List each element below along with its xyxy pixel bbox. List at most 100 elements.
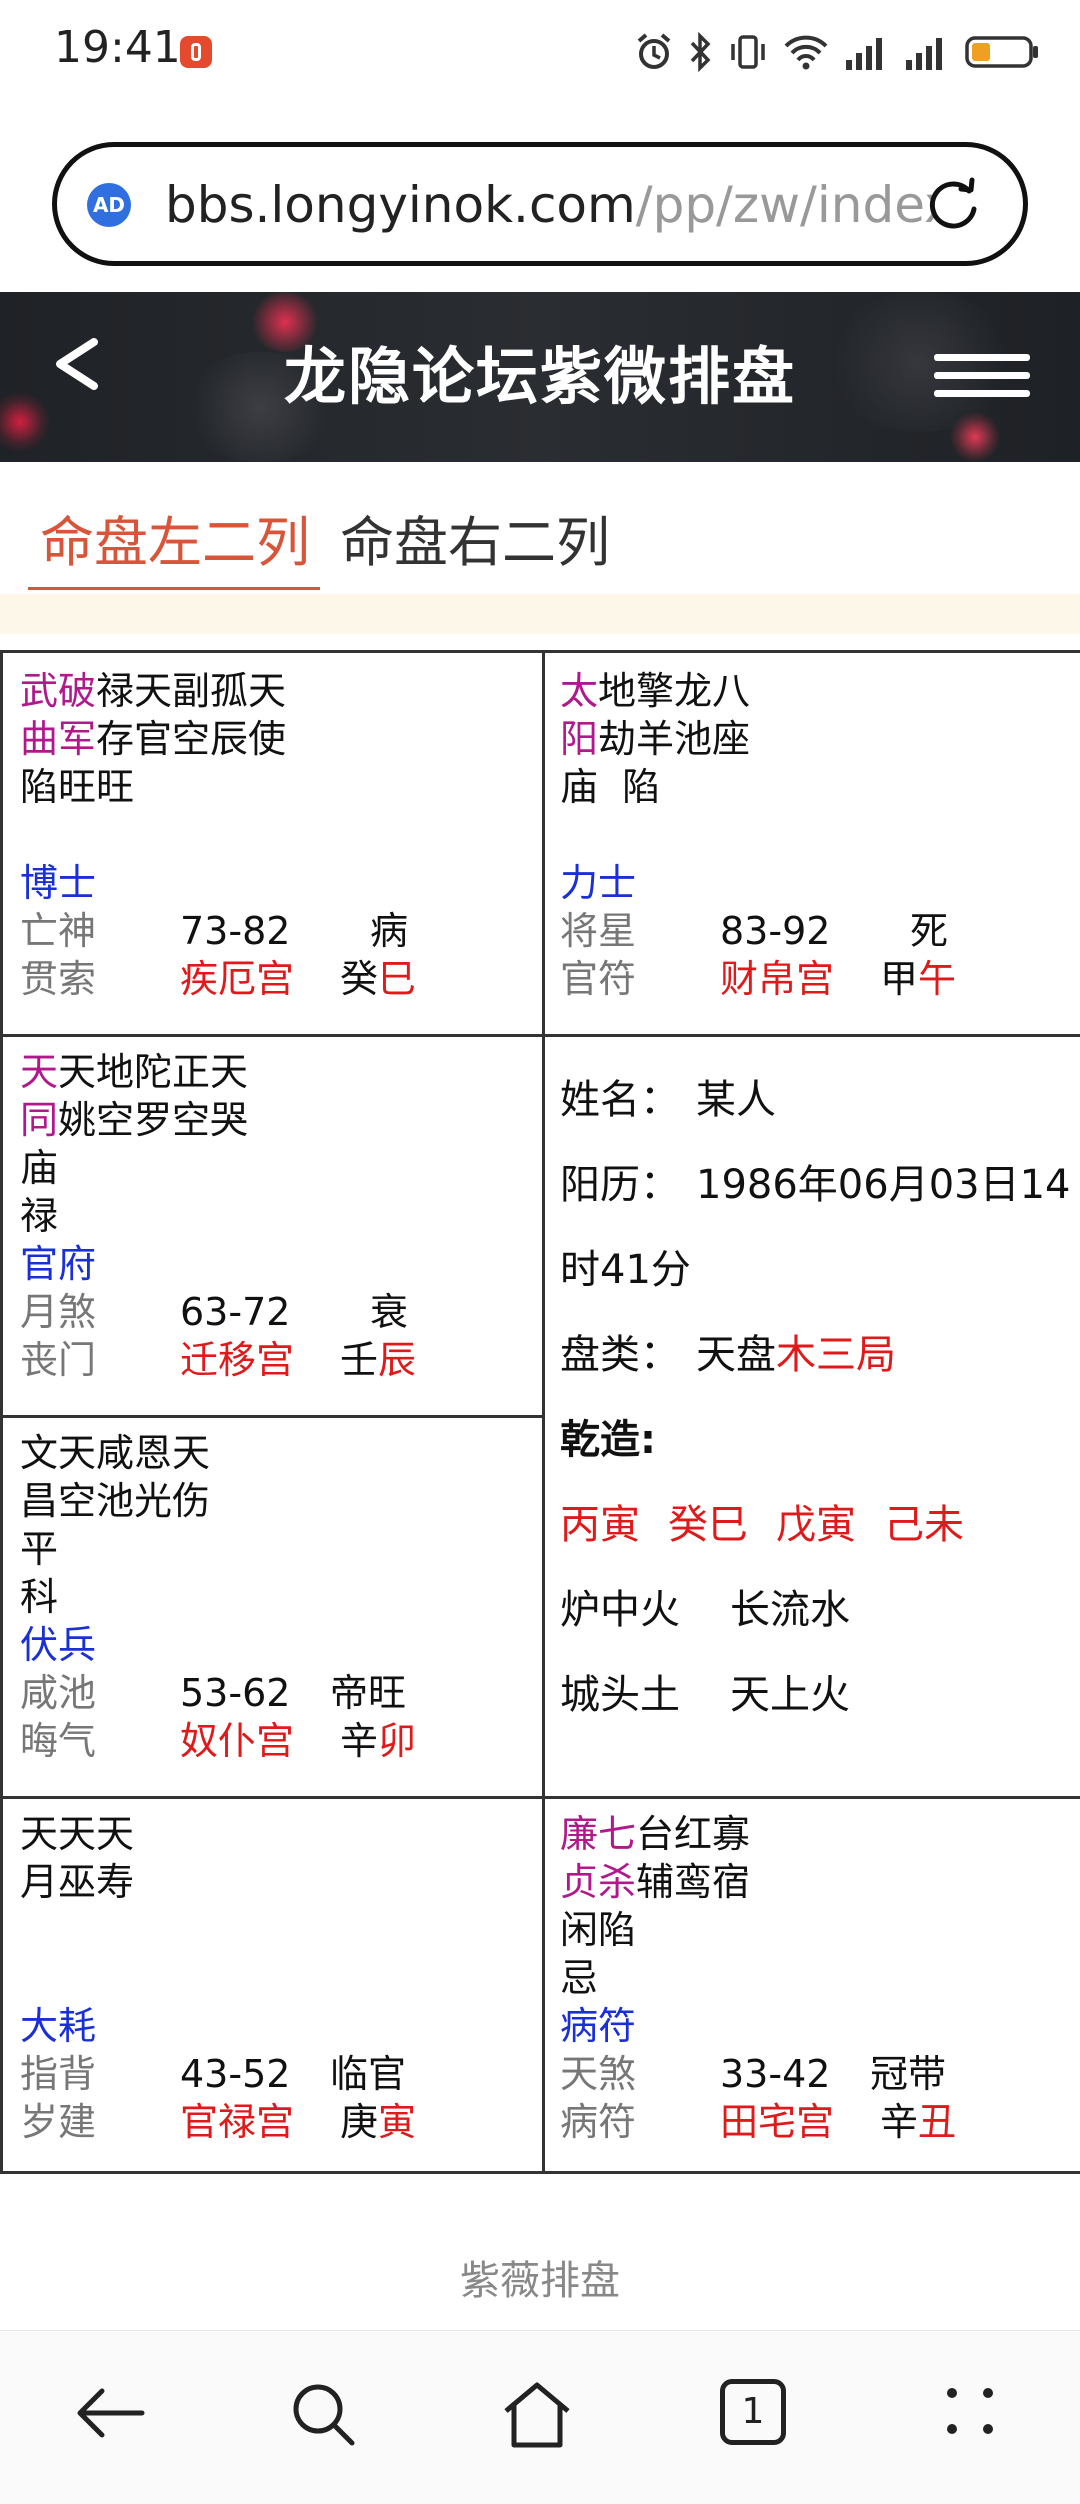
earthly-branch: 卯: [378, 1719, 417, 1763]
jiangqian-star: 官符: [560, 957, 637, 1001]
more-icon[interactable]: [940, 2379, 1000, 2445]
star-brightness: 陷旺旺: [20, 765, 135, 809]
palace-name: 迁移宫: [180, 1338, 295, 1382]
life-phase: 死: [910, 909, 949, 953]
notification-icon: [180, 36, 212, 68]
nayin-hour: 天上火: [730, 1672, 850, 1718]
solar-date-value: 1986年06月03日14: [696, 1162, 1071, 1208]
solar-label: 阳历：: [560, 1162, 680, 1208]
main-star: 太: [560, 669, 599, 713]
life-phase: 冠带: [870, 2052, 947, 2096]
star-brightness: 闲陷: [560, 1908, 637, 1952]
palace-name: 疾厄宫: [180, 957, 295, 1001]
earthly-branch: 寅: [378, 2100, 417, 2144]
palace-cell[interactable]: 天天地陀正天 同姚空罗空哭 庙 禄 官府 月煞 63-72 衰 丧门 迁移宫 壬…: [20, 1048, 530, 1408]
suiqian-star: 指背: [20, 2052, 97, 2096]
ziwei-chart-grid: 武破禄天副孤天 曲军存官空辰使 陷旺旺 博士 亡神 73-82 病 贯索 疾厄宫…: [0, 650, 1080, 2174]
life-phase: 病: [370, 909, 409, 953]
decade-range: 73-82: [180, 909, 291, 953]
decade-range: 43-52: [180, 2052, 291, 2096]
star-brightness: 庙 陷: [560, 765, 661, 809]
jiangqian-star: 丧门: [20, 1338, 97, 1382]
footer-label: 紫薇排盘: [460, 2258, 620, 2304]
grid-divider: [0, 1796, 542, 1799]
solar-time-value: 时41分: [560, 1247, 691, 1293]
suiqian-star: 月煞: [20, 1290, 97, 1334]
boshi-star: 伏兵: [20, 1623, 97, 1667]
gender-label: 乾造:: [560, 1417, 656, 1463]
menu-icon[interactable]: [934, 350, 1030, 402]
palace-cell[interactable]: 太地擎龙八 阳劫羊池座 庙 陷 力士 将星 83-92 死 官符 财帛宫 甲午: [560, 667, 1070, 1027]
status-icons: [634, 30, 1040, 74]
minor-stars: 天天天: [20, 1812, 135, 1856]
pillar-day: 戊寅: [776, 1502, 856, 1548]
reload-icon[interactable]: [925, 177, 983, 235]
star-brightness: 庙: [20, 1146, 59, 1190]
minor-stars: 禄天副孤天: [96, 669, 287, 713]
name-label: 姓名：: [560, 1077, 680, 1123]
jiangqian-star: 病符: [560, 2100, 637, 2144]
minor-stars: 存官空辰使: [96, 717, 287, 761]
minor-stars: 台红寡: [636, 1812, 751, 1856]
vibrate-icon: [731, 35, 765, 69]
nayin-month: 长流水: [730, 1587, 850, 1633]
address-bar[interactable]: AD bbs.longyinok.com/pp/zw/index: [52, 142, 1028, 266]
minor-stars: 地擎龙八: [598, 669, 751, 713]
tab-left-columns[interactable]: 命盘左二列: [40, 498, 310, 577]
boshi-star: 力士: [560, 861, 637, 905]
palace-name: 官禄宫: [180, 2100, 295, 2144]
main-star: 贞杀: [560, 1860, 637, 1904]
decade-range: 53-62: [180, 1671, 291, 1715]
minor-stars: 月巫寿: [20, 1860, 135, 1904]
url-path: /pp/zw/index: [635, 176, 935, 234]
signal-icon: [846, 38, 882, 70]
life-phase: 帝旺: [330, 1671, 407, 1715]
minor-stars: 辅鸾宿: [636, 1860, 751, 1904]
boshi-star: 官府: [20, 1242, 97, 1286]
main-star: 阳: [560, 717, 599, 761]
palace-cell[interactable]: 廉七台红寡 贞杀辅鸾宿 闲陷 忌 病符 天煞 33-42 冠带 病符 田宅宫 辛…: [560, 1810, 1070, 2170]
search-icon[interactable]: [288, 2379, 358, 2449]
main-star: 同: [20, 1098, 59, 1142]
palace-cell[interactable]: 天天天 月巫寿 大耗 指背 43-52 临官 岁建 官禄宫 庚寅: [20, 1810, 530, 2170]
palace-cell[interactable]: 文天咸恩天 昌空池光伤 平 科 伏兵 咸池 53-62 帝旺 晦气 奴仆宫 辛卯: [20, 1429, 530, 1789]
five-element-ju: 木三局: [776, 1332, 896, 1378]
back-arrow-icon[interactable]: [72, 2379, 148, 2447]
earthly-branch: 辰: [378, 1338, 417, 1382]
heavenly-stem: 庚: [340, 2100, 379, 2144]
chart-type-value: 天盘: [696, 1332, 776, 1378]
battery-icon: [965, 36, 1038, 68]
url-host: bbs.longyinok.com: [165, 176, 636, 234]
wifi-icon: [784, 35, 828, 70]
grid-divider: [0, 1034, 542, 1037]
minor-stars: 姚空罗空哭: [58, 1098, 249, 1142]
ad-badge-icon[interactable]: AD: [87, 183, 131, 227]
grid-border: [0, 653, 3, 2171]
earthly-branch: 午: [918, 957, 957, 1001]
status-bar: 19:41: [0, 0, 1080, 110]
nayin-day: 城头土: [560, 1672, 680, 1718]
jiangqian-star: 岁建: [20, 2100, 97, 2144]
tabs-icon[interactable]: 1: [720, 2379, 786, 2445]
main-star: 廉七: [560, 1812, 637, 1856]
palace-name: 财帛宫: [720, 957, 835, 1001]
tab-right-columns[interactable]: 命盘右二列: [340, 498, 610, 577]
browser-bottom-nav: 1: [0, 2330, 1080, 2504]
name-value: 某人: [696, 1077, 776, 1123]
nayin-row: 炉中火 长流水: [560, 1577, 850, 1635]
palace-cell[interactable]: 武破禄天副孤天 曲军存官空辰使 陷旺旺 博士 亡神 73-82 病 贯索 疾厄宫…: [20, 667, 530, 1027]
earthly-branch: 巳: [378, 957, 417, 1001]
suiqian-star: 亡神: [20, 909, 97, 953]
home-icon[interactable]: [500, 2379, 574, 2449]
life-phase: 临官: [330, 2052, 407, 2096]
grid-divider: [0, 1415, 542, 1418]
status-time: 19:41: [54, 22, 181, 73]
jiangqian-star: 贯索: [20, 957, 97, 1001]
chart-type-label: 盘类：: [560, 1332, 680, 1378]
chart-info-panel: 姓名： 某人 阳历： 1986年06月03日14 时41分 盘类： 天盘木三局 乾造:…: [560, 1037, 1080, 1797]
page-header: 龙隐论坛紫微排盘: [0, 292, 1080, 462]
active-tab-indicator: [28, 587, 320, 590]
url-text[interactable]: bbs.longyinok.com/pp/zw/index: [165, 175, 935, 235]
page-title: 龙隐论坛紫微排盘: [283, 340, 796, 413]
heavenly-stem: 壬: [340, 1338, 379, 1382]
